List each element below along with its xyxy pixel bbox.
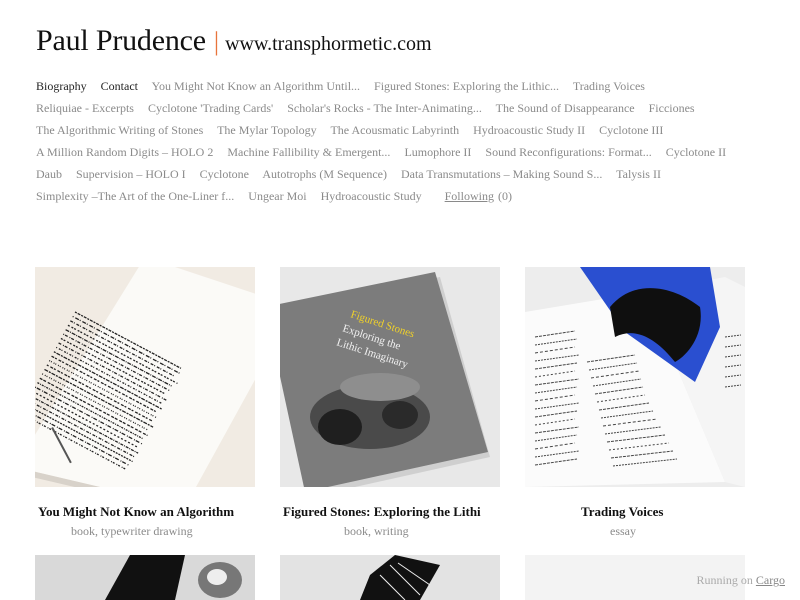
nav-item[interactable]: Autotrophs (M Sequence) <box>262 167 387 181</box>
tag-link[interactable]: book <box>71 524 95 538</box>
project-tile[interactable]: Trading Voices essay <box>525 267 745 538</box>
book-typewriter-image <box>35 267 255 487</box>
nav-item[interactable]: The Acousmatic Labyrinth <box>330 123 459 137</box>
cargo-link[interactable]: Cargo <box>756 573 785 587</box>
nav-item[interactable]: The Sound of Disappearance <box>496 101 635 115</box>
nav-item-biography[interactable]: Biography <box>36 79 87 93</box>
nav-item[interactable]: Hydroacoustic Study <box>321 189 422 203</box>
nav-item[interactable]: Reliquiae - Excerpts <box>36 101 134 115</box>
project-thumbnail[interactable]: Figured Stones Exploring the Lithic Imag… <box>280 267 500 487</box>
magazine-spread-image <box>525 267 745 487</box>
nav-item[interactable]: Lumophore II <box>404 145 471 159</box>
project-title[interactable]: Trading Voices <box>581 504 800 520</box>
project-image <box>280 555 500 600</box>
nav-item[interactable]: Cyclotone <box>200 167 249 181</box>
project-tags: book, writing <box>344 524 409 538</box>
nav-item[interactable]: Sound Reconfigurations: Format... <box>485 145 651 159</box>
project-tile[interactable] <box>35 555 255 600</box>
nav-item[interactable]: The Mylar Topology <box>217 123 317 137</box>
nav-item[interactable]: Cyclotone III <box>599 123 663 137</box>
tag-link[interactable]: typewriter drawing <box>101 524 193 538</box>
nav-item[interactable]: Ficciones <box>649 101 695 115</box>
nav-item[interactable]: Ungear Moi <box>248 189 306 203</box>
tag-link[interactable]: essay <box>610 524 636 538</box>
nav-item[interactable]: Daub <box>36 167 62 181</box>
project-tile[interactable] <box>280 555 500 600</box>
nav-item[interactable]: Supervision – HOLO I <box>76 167 186 181</box>
nav-item[interactable]: Machine Fallibility & Emergent... <box>227 145 390 159</box>
project-navigation: Biography Contact You Might Not Know an … <box>36 75 766 207</box>
nav-item-contact[interactable]: Contact <box>101 79 138 93</box>
project-thumbnail[interactable] <box>280 555 500 600</box>
book-cover-image: Figured Stones Exploring the Lithic Imag… <box>280 267 500 487</box>
project-tile[interactable]: Figured Stones Exploring the Lithic Imag… <box>280 267 500 538</box>
project-tags: essay <box>610 524 800 539</box>
nav-item[interactable]: Simplexity –The Art of the One-Liner f..… <box>36 189 234 203</box>
following-link[interactable]: Following <box>445 189 494 203</box>
nav-item[interactable]: Figured Stones: Exploring the Lithic... <box>374 79 559 93</box>
tag-link[interactable]: book <box>344 524 368 538</box>
project-tags: book, typewriter drawing <box>71 524 193 538</box>
project-thumbnail[interactable] <box>35 267 255 487</box>
project-image <box>35 555 255 600</box>
project-title[interactable]: You Might Not Know an Algorithm <box>38 504 258 520</box>
running-on-cargo: Running on Cargo <box>697 573 785 588</box>
nav-item[interactable]: Data Transmutations – Making Sound S... <box>401 167 602 181</box>
site-title[interactable]: Paul Prudence <box>36 24 206 57</box>
nav-item[interactable]: You Might Not Know an Algorithm Until... <box>152 79 360 93</box>
title-separator: | <box>213 27 220 56</box>
following-count: (0) <box>497 189 512 203</box>
nav-item[interactable]: Cyclotone II <box>666 145 726 159</box>
site-header: Paul Prudence | www.transphormetic.com <box>36 24 432 58</box>
nav-item[interactable]: Cyclotone 'Trading Cards' <box>148 101 273 115</box>
running-on-label: Running on <box>696 573 753 587</box>
project-thumbnail[interactable] <box>525 267 745 487</box>
nav-item[interactable]: Trading Voices <box>573 79 645 93</box>
project-title[interactable]: Figured Stones: Exploring the Lithi <box>283 504 503 520</box>
nav-item[interactable]: The Algorithmic Writing of Stones <box>36 123 203 137</box>
tag-link[interactable]: writing <box>374 524 409 538</box>
project-thumbnail[interactable] <box>35 555 255 600</box>
site-url[interactable]: www.transphormetic.com <box>225 33 431 55</box>
nav-item[interactable]: Talysis II <box>616 167 661 181</box>
nav-item[interactable]: A Million Random Digits – HOLO 2 <box>36 145 213 159</box>
project-tile[interactable]: You Might Not Know an Algorithm book, ty… <box>35 267 255 538</box>
nav-item[interactable]: Scholar's Rocks - The Inter-Animating... <box>287 101 482 115</box>
nav-item[interactable]: Hydroacoustic Study II <box>473 123 585 137</box>
